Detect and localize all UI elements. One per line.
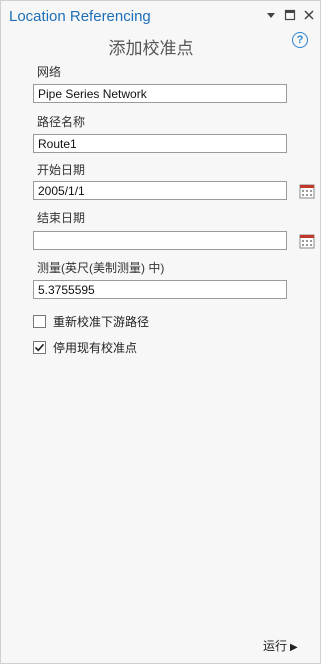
start-date-field[interactable]: 2005/1/1 bbox=[33, 181, 287, 200]
retire-checkbox[interactable] bbox=[33, 341, 46, 354]
play-icon: ▶ bbox=[290, 642, 298, 653]
pane-titlebar: Location Referencing bbox=[1, 1, 320, 29]
route-name-label: 路径名称 bbox=[37, 115, 86, 129]
pin-icon[interactable] bbox=[265, 9, 277, 21]
start-date-label: 开始日期 bbox=[37, 163, 86, 177]
pane-title: Location Referencing bbox=[9, 8, 151, 25]
recalibrate-label[interactable]: 重新校准下游路径 bbox=[53, 313, 149, 330]
maximize-icon[interactable] bbox=[284, 9, 296, 21]
run-label: 运行 bbox=[263, 639, 288, 653]
network-label: 网络 bbox=[37, 65, 62, 79]
end-date-label: 结束日期 bbox=[37, 211, 86, 225]
retire-label[interactable]: 停用现有校准点 bbox=[53, 339, 137, 356]
calendar-icon[interactable] bbox=[299, 183, 315, 199]
close-icon[interactable] bbox=[303, 9, 315, 21]
recalibrate-checkbox[interactable] bbox=[33, 315, 46, 328]
network-field[interactable]: Pipe Series Network bbox=[33, 84, 287, 103]
route-name-field[interactable]: Route1 bbox=[33, 134, 287, 153]
geoprocessing-pane: Location Referencing 添加校准点 ? 网络 Pipe Ser… bbox=[0, 0, 321, 664]
checkmark-icon bbox=[34, 343, 45, 352]
measure-label: 测量(英尺(美制测量) 中) bbox=[37, 261, 165, 275]
run-button[interactable]: 运行 ▶ bbox=[263, 637, 298, 654]
calendar-icon[interactable] bbox=[299, 233, 315, 249]
help-icon[interactable]: ? bbox=[292, 32, 308, 48]
end-date-field[interactable] bbox=[33, 231, 287, 250]
measure-field[interactable]: 5.3755595 bbox=[33, 280, 287, 299]
tool-title: 添加校准点 bbox=[108, 39, 194, 58]
